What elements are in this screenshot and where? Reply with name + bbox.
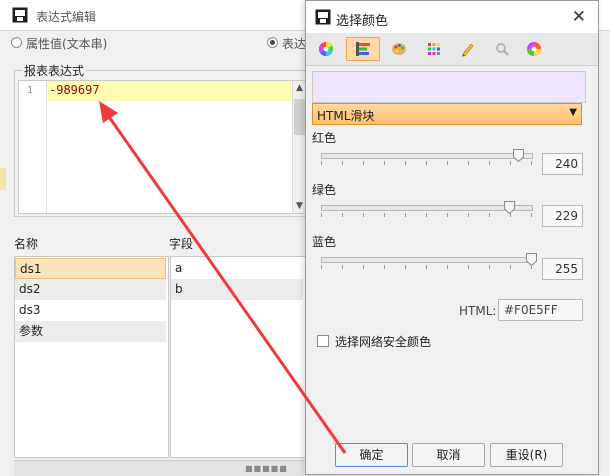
scroll-up-icon[interactable]: ▲ [296, 83, 303, 93]
slider-tick [363, 213, 364, 217]
sliders-icon[interactable] [346, 37, 380, 61]
expression-code-editor[interactable]: 1 -989697 ▲ ▼ [18, 80, 310, 214]
slider-tick [489, 265, 490, 269]
red-slider[interactable] [321, 153, 533, 159]
text-string-radio[interactable] [11, 37, 22, 48]
list-item[interactable]: ds3 [15, 300, 166, 321]
color-mode-tabbar [306, 33, 598, 66]
slider-tick [447, 213, 448, 217]
cancel-button[interactable]: 取消 [412, 443, 485, 467]
slider-tick [447, 265, 448, 269]
slider-tick [321, 161, 322, 165]
slider-tick [342, 213, 343, 217]
html-label: HTML: [459, 304, 497, 318]
fields-list[interactable]: a b [170, 256, 306, 458]
slider-tick [510, 265, 511, 269]
list-item[interactable]: b [171, 279, 303, 300]
color-preview [312, 71, 586, 103]
line-number-gutter: 1 [19, 81, 47, 213]
editor-title: 表达式编辑 [36, 10, 97, 24]
slider-tick [468, 213, 469, 217]
blue-slider[interactable] [321, 257, 533, 263]
slider-tick [405, 265, 406, 269]
palette-icon[interactable] [387, 37, 411, 61]
ok-button[interactable]: 确定 [335, 443, 408, 467]
slider-tick [342, 265, 343, 269]
slider-tick [405, 213, 406, 217]
slider-tick [363, 161, 364, 165]
html-color-input[interactable]: #F0E5FF [498, 299, 583, 321]
eyedropper-icon[interactable] [490, 37, 514, 61]
swatches-icon[interactable] [422, 37, 446, 61]
slider-tick [489, 161, 490, 165]
list-item[interactable]: ds2 [15, 279, 166, 300]
slider-tick [321, 213, 322, 217]
mode-select-value: HTML滑块 [317, 109, 375, 123]
slider-tick [531, 213, 532, 217]
slider-tick [468, 161, 469, 165]
green-slider[interactable] [321, 205, 533, 211]
expression-text[interactable]: -989697 [49, 83, 100, 97]
slider-tick [384, 161, 385, 165]
slider-tick [384, 213, 385, 217]
websafe-label: 选择网络安全颜色 [335, 335, 432, 349]
reset-button[interactable]: 重设(R) [490, 443, 563, 467]
blue-value[interactable]: 255 [542, 258, 583, 280]
slider-tick [531, 265, 532, 269]
slider-tick [426, 265, 427, 269]
app-icon [12, 7, 28, 23]
slider-tick [426, 161, 427, 165]
mode-select[interactable]: HTML滑块 ▼ [312, 103, 582, 125]
resize-grip-icon[interactable]: ■■■■■ [245, 464, 288, 473]
green-label: 绿色 [312, 183, 337, 197]
crayon-icon[interactable] [456, 37, 480, 61]
slider-tick [531, 161, 532, 165]
slider-tick [321, 265, 322, 269]
slider-tick [363, 265, 364, 269]
color-wheel-icon[interactable] [314, 37, 338, 61]
slider-tick [426, 213, 427, 217]
color-chooser-dialog: 选择颜色 ✕ HTML滑块 ▼ 红色 240 绿色 229 蓝色 255 HTM… [305, 0, 599, 475]
slider-tick [384, 265, 385, 269]
green-value[interactable]: 229 [542, 205, 583, 227]
red-label: 红色 [312, 131, 337, 145]
text-string-radio-label: 属性值(文本串) [26, 37, 108, 51]
rgb-wheel-icon[interactable] [522, 37, 546, 61]
slider-tick [405, 161, 406, 165]
red-slider-thumb[interactable] [513, 149, 525, 162]
app-icon [315, 9, 331, 25]
blue-label: 蓝色 [312, 235, 337, 249]
slider-tick [468, 265, 469, 269]
slider-tick [447, 161, 448, 165]
dialog-title-bar: 选择颜色 ✕ [306, 1, 598, 33]
websafe-checkbox[interactable] [317, 335, 329, 347]
red-value[interactable]: 240 [542, 153, 583, 175]
expression-radio[interactable] [267, 37, 278, 48]
slider-tick [510, 161, 511, 165]
expression-radio-label: 表达 [282, 37, 307, 51]
close-icon[interactable]: ✕ [572, 7, 586, 27]
dialog-title: 选择颜色 [336, 14, 389, 29]
names-list[interactable]: ds1 ds2 ds3 参数 [14, 256, 169, 458]
slider-tick [510, 213, 511, 217]
list-item[interactable]: 参数 [15, 321, 166, 342]
fields-header: 字段 [169, 237, 194, 251]
list-item[interactable]: a [171, 258, 303, 279]
left-edge-marker [0, 168, 6, 190]
scroll-down-icon[interactable]: ▼ [296, 201, 303, 211]
expression-group-label: 报表表达式 [22, 62, 87, 79]
slider-tick [342, 161, 343, 165]
chevron-down-icon[interactable]: ▼ [569, 107, 577, 118]
line-number: 1 [27, 85, 34, 96]
list-item[interactable]: ds1 [15, 258, 166, 279]
slider-tick [489, 213, 490, 217]
names-header: 名称 [14, 237, 39, 251]
